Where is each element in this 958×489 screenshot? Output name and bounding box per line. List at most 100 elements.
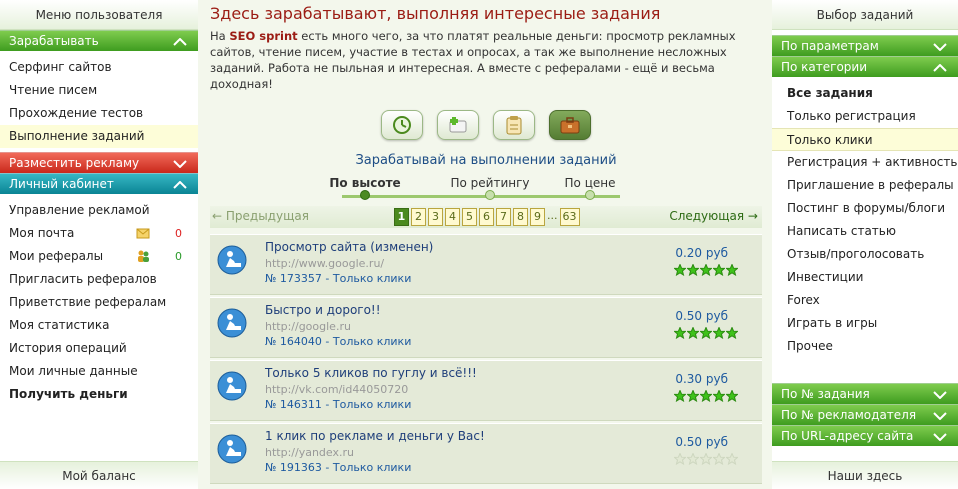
task-title[interactable]: Просмотр сайта (изменен)	[265, 240, 433, 254]
sort-by-rating[interactable]: По рейтингу	[440, 176, 540, 190]
chevron-up-icon[interactable]	[168, 174, 192, 195]
sort-by-height[interactable]: По высоте	[315, 176, 415, 190]
menu-item-mail-reading[interactable]: Чтение писем	[0, 79, 198, 102]
page-9[interactable]: 9	[530, 208, 545, 226]
menu-item-invite-referrals[interactable]: Пригласить рефералов	[0, 268, 198, 291]
by-url-bar[interactable]: По URL-адресу сайта	[772, 425, 958, 446]
menu-item-my-referrals[interactable]: Мои рефералы 0	[0, 245, 198, 268]
add-task-button[interactable]	[437, 110, 479, 140]
task-row[interactable]: Просмотр сайта (изменен) http://www.goog…	[210, 234, 762, 295]
task-id: № 146311 - Только клики	[265, 398, 412, 411]
page-3[interactable]: 3	[428, 208, 443, 226]
our-people-header: Наши здесь	[772, 461, 958, 489]
star-icon	[674, 264, 686, 276]
menu-item-my-stats[interactable]: Моя статистика	[0, 314, 198, 337]
task-row[interactable]: Быстро и дорого!! http://google.ru № 164…	[210, 297, 762, 358]
star-icon	[700, 264, 712, 276]
chevron-down-icon[interactable]	[168, 153, 192, 174]
category-item[interactable]: Инвестиции	[772, 266, 958, 289]
task-title[interactable]: Быстро и дорого!!	[265, 303, 381, 317]
rating-stars	[674, 453, 738, 465]
briefcase-button[interactable]	[549, 110, 591, 140]
sort-dot-price[interactable]	[585, 190, 595, 200]
prev-page-link[interactable]: ← Предыдущая	[212, 209, 309, 223]
menu-item-history[interactable]: История операций	[0, 337, 198, 360]
task-title[interactable]: Только 5 кликов по гуглу и всё!!!	[265, 366, 477, 380]
category-item[interactable]: Все задания	[772, 82, 958, 105]
task-id: № 191363 - Только клики	[265, 461, 412, 474]
task-url: http://www.google.ru/	[265, 257, 385, 270]
category-item[interactable]: Только регистрация	[772, 105, 958, 128]
rating-stars	[674, 390, 738, 402]
star-icon	[687, 264, 699, 276]
task-row[interactable]: Только 5 кликов по гуглу и всё!!! http:/…	[210, 360, 762, 421]
task-id: № 164040 - Только клики	[265, 335, 412, 348]
chevron-down-icon[interactable]	[928, 426, 952, 447]
main-content: Здесь зарабатывают, выполняя интересные …	[198, 0, 772, 489]
category-item[interactable]: Играть в игры	[772, 312, 958, 335]
menu-item-ad-management[interactable]: Управление рекламой	[0, 199, 198, 222]
cabinet-section-label: Личный кабинет	[9, 177, 114, 191]
menu-item-surfing[interactable]: Серфинг сайтов	[0, 56, 198, 79]
earn-section-bar[interactable]: Зарабатывать	[0, 30, 198, 51]
worker-icon	[217, 308, 247, 338]
star-icon	[726, 327, 738, 339]
page-7[interactable]: 7	[496, 208, 511, 226]
page-2[interactable]: 2	[411, 208, 426, 226]
page-6[interactable]: 6	[479, 208, 494, 226]
sort-dot-height[interactable]	[360, 190, 370, 200]
task-title[interactable]: 1 клик по рекламе и деньги у Вас!	[265, 429, 485, 443]
chevron-down-icon[interactable]	[928, 405, 952, 426]
page-4[interactable]: 4	[445, 208, 460, 226]
star-icon	[726, 453, 738, 465]
sort-by-price[interactable]: По цене	[540, 176, 640, 190]
next-page-link[interactable]: Следующая →	[669, 209, 758, 223]
category-item[interactable]: Написать статью	[772, 220, 958, 243]
menu-item-referral-greeting[interactable]: Приветствие рефералам	[0, 291, 198, 314]
page-ellipsis: ...	[547, 209, 558, 222]
clipboard-button[interactable]	[493, 110, 535, 140]
user-menu-header: Меню пользователя	[0, 0, 198, 30]
task-row[interactable]: 1 клик по рекламе и деньги у Вас! http:/…	[210, 423, 762, 484]
sort-selector: По высоте По рейтингу По цене	[210, 174, 762, 202]
chevron-up-icon[interactable]	[928, 57, 952, 78]
page-8[interactable]: 8	[513, 208, 528, 226]
category-item[interactable]: Приглашение в рефералы	[772, 174, 958, 197]
category-item[interactable]: Постинг в форумы/блоги	[772, 197, 958, 220]
by-category-bar[interactable]: По категории	[772, 56, 958, 77]
by-params-label: По параметрам	[781, 39, 879, 53]
advertise-section-bar[interactable]: Разместить рекламу	[0, 152, 198, 173]
menu-item-tasks[interactable]: Выполнение заданий	[0, 125, 198, 148]
users-icon	[138, 250, 149, 262]
briefcase-icon	[560, 117, 580, 134]
category-item[interactable]: Регистрация + активность	[772, 151, 958, 174]
clock-button[interactable]	[381, 110, 423, 140]
task-url: http://google.ru	[265, 320, 351, 333]
menu-item-my-mail[interactable]: Моя почта 0	[0, 222, 198, 245]
by-task-number-label: По № задания	[781, 387, 870, 401]
category-item[interactable]: Только клики	[772, 128, 958, 151]
star-icon	[687, 390, 699, 402]
star-icon	[700, 327, 712, 339]
intro-text: На SEO sprint есть много чего, за что пл…	[210, 29, 736, 91]
category-item[interactable]: Forex	[772, 289, 958, 312]
by-advertiser-number-bar[interactable]: По № рекламодателя	[772, 404, 958, 425]
worker-icon	[217, 434, 247, 464]
sort-dot-rating[interactable]	[485, 190, 495, 200]
chevron-down-icon[interactable]	[928, 36, 952, 57]
page-1[interactable]: 1	[394, 208, 409, 226]
search-filters: По № задания По № рекламодателя По URL-а…	[772, 383, 958, 446]
category-item[interactable]: Прочее	[772, 335, 958, 358]
menu-item-personal-data[interactable]: Мои личные данные	[0, 360, 198, 383]
menu-item-withdraw[interactable]: Получить деньги	[0, 383, 198, 406]
chevron-down-icon[interactable]	[928, 384, 952, 405]
page-last[interactable]: 63	[559, 208, 580, 226]
by-task-number-bar[interactable]: По № задания	[772, 383, 958, 404]
star-icon	[674, 327, 686, 339]
category-item[interactable]: Отзыв/проголосовать	[772, 243, 958, 266]
menu-item-tests[interactable]: Прохождение тестов	[0, 102, 198, 125]
page-5[interactable]: 5	[462, 208, 477, 226]
cabinet-section-bar[interactable]: Личный кабинет	[0, 173, 198, 194]
chevron-up-icon[interactable]	[168, 31, 192, 52]
by-params-bar[interactable]: По параметрам	[772, 35, 958, 56]
